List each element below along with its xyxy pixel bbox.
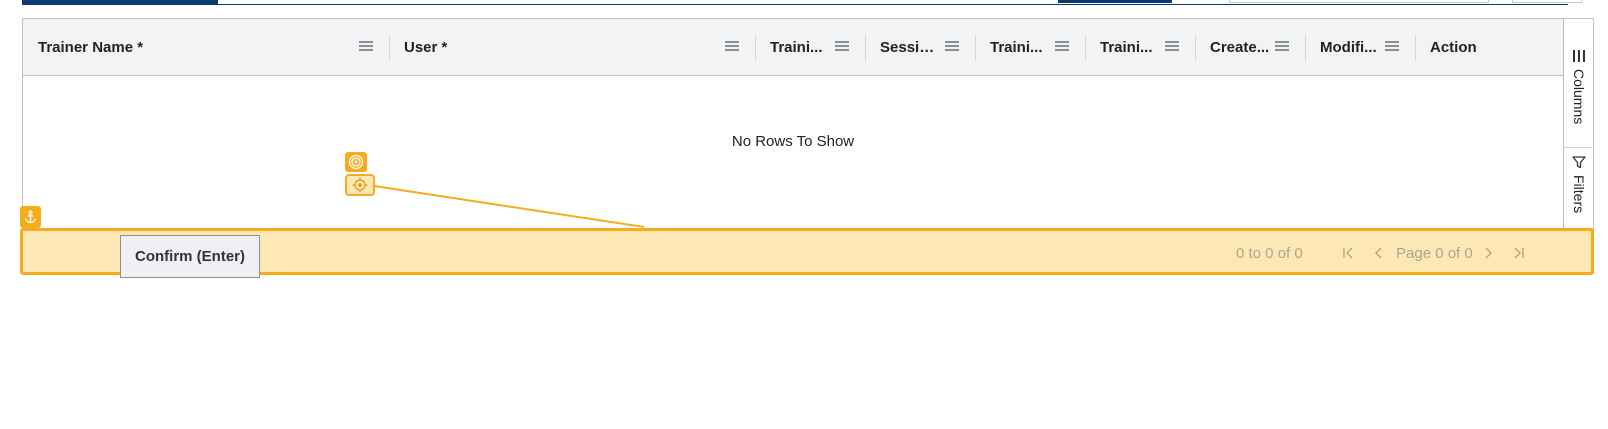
column-label: Traini...	[770, 38, 823, 56]
column-menu-icon[interactable]	[835, 41, 849, 52]
column-label: Traini...	[990, 38, 1043, 56]
target-icon[interactable]	[345, 152, 367, 172]
column-header-training-3[interactable]: Traini...	[1085, 19, 1195, 75]
column-menu-icon[interactable]	[359, 41, 373, 52]
top-secondary-button[interactable]	[1512, 0, 1582, 3]
column-header-user[interactable]: User *	[389, 19, 755, 75]
filter-icon	[1572, 155, 1586, 169]
columns-panel-tab[interactable]: Columns	[1564, 49, 1594, 124]
column-menu-icon[interactable]	[725, 41, 739, 52]
side-panel-divider	[1564, 147, 1594, 148]
column-menu-icon[interactable]	[945, 41, 959, 52]
columns-icon	[1572, 49, 1586, 63]
empty-grid-message: No Rows To Show	[731, 133, 855, 150]
top-action-button[interactable]	[1058, 0, 1172, 3]
grid-header: Trainer Name * User * Traini... Sessio..…	[23, 19, 1563, 76]
column-label: Create...	[1210, 38, 1270, 56]
anchor-icon[interactable]	[20, 206, 41, 228]
top-search-input[interactable]	[1229, 0, 1489, 3]
tab-underline	[218, 4, 1568, 5]
column-label: Modifi...	[1320, 38, 1377, 56]
filters-panel-tab[interactable]: Filters	[1564, 155, 1594, 213]
column-header-modified[interactable]: Modifi...	[1305, 19, 1415, 75]
side-panel-bar: Columns Filters	[1563, 19, 1594, 251]
column-header-action[interactable]: Action	[1415, 19, 1563, 75]
column-menu-icon[interactable]	[1165, 41, 1179, 52]
column-header-trainer-name[interactable]: Trainer Name *	[23, 19, 389, 75]
column-label: Sessio...	[880, 38, 940, 56]
crosshair-icon[interactable]	[345, 174, 375, 196]
column-menu-icon[interactable]	[1275, 41, 1289, 52]
top-toolbar-strip	[0, 0, 1608, 8]
tooltip-text: Confirm (Enter)	[135, 248, 245, 265]
column-header-session[interactable]: Sessio...	[865, 19, 975, 75]
first-page-icon[interactable]	[1341, 244, 1357, 262]
column-menu-icon[interactable]	[1385, 41, 1399, 52]
column-header-created[interactable]: Create...	[1195, 19, 1305, 75]
column-header-training-1[interactable]: Traini...	[755, 19, 865, 75]
previous-page-icon[interactable]	[1371, 244, 1387, 262]
column-header-training-2[interactable]: Traini...	[975, 19, 1085, 75]
row-summary: 0 to 0 of 0	[1236, 245, 1303, 262]
column-label: User *	[404, 38, 448, 56]
active-tab-indicator[interactable]	[22, 0, 218, 5]
column-label: Traini...	[1100, 38, 1153, 56]
page-indicator: Page 0 of 0	[1396, 245, 1473, 262]
confirm-tooltip[interactable]: Confirm (Enter)	[120, 235, 260, 278]
last-page-icon[interactable]	[1510, 244, 1526, 262]
columns-tab-label: Columns	[1571, 69, 1587, 125]
column-label: Action	[1430, 38, 1477, 56]
column-label: Trainer Name *	[38, 38, 144, 56]
column-menu-icon[interactable]	[1055, 41, 1069, 52]
next-page-icon[interactable]	[1480, 244, 1496, 262]
filters-tab-label: Filters	[1571, 175, 1587, 214]
